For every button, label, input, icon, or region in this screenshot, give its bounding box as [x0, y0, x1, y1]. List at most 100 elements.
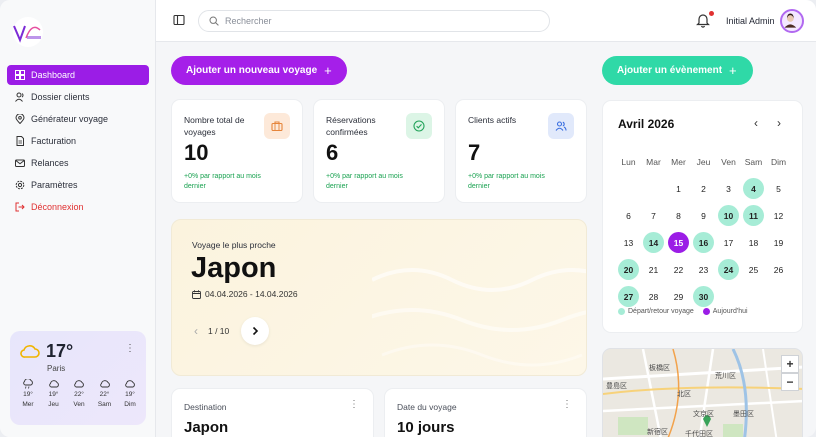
stat-value: 10 [184, 140, 209, 165]
sidebar-item-clients[interactable]: Dossier clients [7, 87, 149, 107]
calendar-day[interactable]: 19 [766, 232, 791, 253]
logout-icon [15, 202, 25, 212]
calendar-day[interactable]: 8 [666, 205, 691, 226]
sidebar-item-label: Dashboard [31, 70, 76, 80]
brand-logo[interactable] [10, 16, 46, 48]
top-header: Initial Admin [156, 0, 816, 42]
calendar-day[interactable]: 22 [666, 259, 691, 280]
map-label: 新宿区 [647, 429, 668, 436]
stat-label: Réservations confirmées [326, 115, 376, 137]
calendar-day-number: 6 [626, 210, 631, 221]
sidebar-item-reminders[interactable]: Relances [7, 153, 149, 173]
calendar-day-number [643, 178, 664, 199]
calendar-legend: Départ/retour voyage Aujourd'hui [618, 308, 748, 315]
calendar-day-number: 23 [698, 264, 709, 275]
avatar[interactable] [780, 9, 804, 33]
calendar-day[interactable]: 12 [766, 205, 791, 226]
more-options-icon[interactable]: ⋮ [125, 343, 135, 354]
calendar-day[interactable]: 25 [741, 259, 766, 280]
chevron-right-icon[interactable]: › [777, 116, 781, 130]
zoom-in-button[interactable]: + [781, 355, 799, 373]
map-label: 文京区 [693, 411, 714, 418]
calendar-empty-cell [741, 286, 766, 307]
sidebar-item-label: Dossier clients [31, 92, 90, 102]
calendar-day[interactable]: 10 [716, 205, 741, 226]
bell-icon[interactable] [696, 12, 710, 28]
calendar-grid: Lun Mar Mer Jeu Ven Sam Dim 1 2 3 4 5 6 7 8 9 10 11 12 13 14… [616, 148, 791, 310]
next-trip-button[interactable] [241, 317, 270, 345]
map-widget[interactable]: 板橋区 荒川区 北区 豊島区 文京区 墨田区 新宿区 千代田区 + − [602, 348, 803, 437]
calendar-day[interactable]: 13 [616, 232, 641, 253]
chevron-left-icon[interactable]: ‹ [194, 324, 198, 338]
calendar-day-number: 8 [676, 210, 681, 221]
calendar-day[interactable]: 17 [716, 232, 741, 253]
calendar-empty-cell [616, 178, 641, 199]
calendar-day-number [718, 286, 739, 307]
sidebar-item-generator[interactable]: Générateur voyage [7, 109, 149, 129]
chevron-right-icon [253, 326, 259, 336]
search-input[interactable] [225, 16, 525, 26]
calendar-day[interactable]: 3 [716, 178, 741, 199]
zoom-out-button[interactable]: − [781, 373, 799, 391]
sidebar: Dashboard Dossier clients Générateur voy… [0, 0, 156, 437]
calendar-day[interactable]: 2 [691, 178, 716, 199]
more-options-icon[interactable]: ⋮ [349, 399, 359, 410]
forecast-temp: 19° [48, 391, 59, 398]
calendar-day[interactable]: 26 [766, 259, 791, 280]
partly-cloudy-icon [20, 345, 40, 358]
calendar-day[interactable]: 20 [616, 259, 641, 280]
calendar-day[interactable]: 9 [691, 205, 716, 226]
calendar-day-number: 5 [776, 183, 781, 194]
calendar-day[interactable]: 21 [641, 259, 666, 280]
add-event-button[interactable]: Ajouter un évènement + [602, 56, 753, 85]
calendar-icon [192, 289, 201, 299]
map-label: 北区 [677, 391, 691, 398]
calendar-day[interactable]: 11 [741, 205, 766, 226]
calendar-day-number: 26 [773, 264, 784, 275]
destination-card: Destination Japon ⋮ [171, 388, 374, 437]
sidebar-item-settings[interactable]: Paramètres [7, 175, 149, 195]
calendar-day[interactable]: 29 [666, 286, 691, 307]
calendar-day[interactable]: 30 [691, 286, 716, 307]
calendar-day[interactable]: 15 [666, 232, 691, 253]
sidebar-item-dashboard[interactable]: Dashboard [7, 65, 149, 85]
calendar-day[interactable]: 6 [616, 205, 641, 226]
calendar-day[interactable]: 7 [641, 205, 666, 226]
sidebar-item-logout[interactable]: Déconnexion [7, 197, 149, 217]
calendar-day[interactable]: 5 [766, 178, 791, 199]
add-trip-button[interactable]: Ajouter un nouveau voyage + [171, 56, 347, 85]
calendar-day[interactable]: 14 [641, 232, 666, 253]
sidebar-item-label: Déconnexion [31, 202, 84, 212]
calendar-day[interactable]: 1 [666, 178, 691, 199]
calendar-day[interactable]: 27 [616, 286, 641, 307]
cloud-icon [74, 380, 84, 388]
forecast-temp: 19° [23, 391, 33, 398]
plus-icon: + [324, 63, 332, 78]
calendar-day-number: 7 [651, 210, 656, 221]
user-name[interactable]: Initial Admin [726, 16, 775, 26]
more-options-icon[interactable]: ⋮ [562, 399, 572, 410]
sidebar-item-billing[interactable]: Facturation [7, 131, 149, 151]
trip-duration-card: Date du voyage 10 jours ⋮ [384, 388, 587, 437]
stat-trend: +0% par rapport au mois dernier [184, 173, 261, 190]
calendar-day[interactable]: 28 [641, 286, 666, 307]
calendar-day[interactable]: 18 [741, 232, 766, 253]
calendar-weekday: Dim [770, 156, 787, 167]
chevron-left-icon[interactable]: ‹ [754, 116, 758, 130]
calendar-weekday: Mer [671, 156, 686, 167]
forecast-temp: 22° [99, 391, 110, 398]
sidebar-toggle-icon[interactable] [173, 14, 185, 26]
next-trip-card: Voyage le plus proche Japon 04.04.2026 -… [171, 219, 587, 376]
calendar-day[interactable]: 16 [691, 232, 716, 253]
calendar-day[interactable]: 24 [716, 259, 741, 280]
rain-icon [23, 379, 33, 389]
calendar-day-number [618, 178, 639, 199]
search-bar [198, 10, 550, 32]
calendar-empty-cell [716, 286, 741, 307]
calendar-weekday: Mar [646, 156, 661, 167]
map-label: 豊島区 [606, 383, 627, 390]
calendar-day[interactable]: 23 [691, 259, 716, 280]
suitcase-icon [264, 113, 290, 139]
calendar-day[interactable]: 4 [741, 178, 766, 199]
calendar-day-number: 9 [701, 210, 706, 221]
